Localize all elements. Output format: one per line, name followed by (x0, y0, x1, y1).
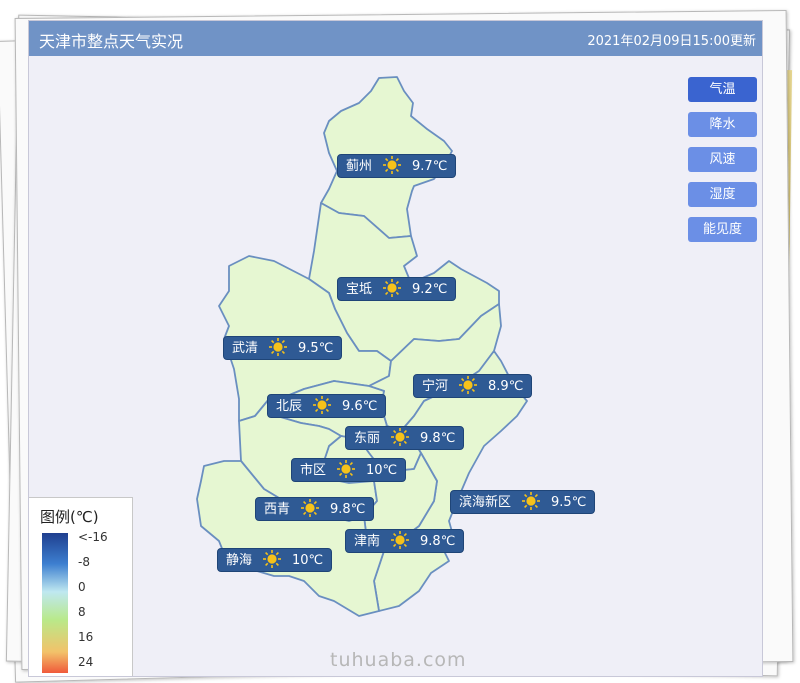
station-temp: 9.8℃ (330, 502, 366, 517)
legend-tick: 8 (78, 605, 86, 619)
legend-color-bar (42, 533, 68, 673)
station-temp: 9.5℃ (551, 495, 587, 510)
precipitation-button[interactable]: 降水 (688, 112, 757, 137)
station-name: 北辰 (276, 399, 303, 414)
sun-icon (391, 428, 410, 446)
sun-icon (522, 492, 541, 510)
station-name: 宁河 (422, 379, 449, 394)
legend-tick: <-16 (78, 530, 108, 544)
station-label-dongli[interactable]: 东丽 9.8℃ (345, 426, 465, 450)
temperature-button[interactable]: 气温 (688, 77, 757, 102)
temperature-legend: 图例(℃) <-16 -8 0 8 16 24 (29, 497, 133, 676)
station-name: 西青 (264, 502, 291, 517)
sun-icon (301, 499, 320, 517)
tianjin-district-map (196, 76, 528, 617)
visibility-button[interactable]: 能见度 (688, 217, 757, 242)
station-temp: 8.9℃ (488, 379, 524, 394)
sun-icon (459, 376, 478, 394)
data-type-switcher: 气温 降水 风速 湿度 能见度 (688, 77, 757, 252)
station-label-wuqing[interactable]: 武清 9.5℃ (223, 336, 343, 360)
humidity-button[interactable]: 湿度 (688, 182, 757, 207)
legend-tick: 24 (78, 655, 94, 669)
station-label-jinnan[interactable]: 津南 9.8℃ (345, 529, 465, 553)
station-label-shiqu[interactable]: 市区 10℃ (291, 458, 407, 482)
station-name: 津南 (354, 534, 381, 549)
sun-icon (391, 531, 410, 549)
sun-icon (383, 279, 402, 297)
sun-icon (383, 156, 402, 174)
station-name: 宝坻 (346, 282, 373, 297)
station-label-xiqing[interactable]: 西青 9.8℃ (255, 497, 375, 521)
legend-title: 图例(℃) (40, 508, 99, 526)
weather-map-panel: 天津市整点天气实况 2021年02月09日15:00更新 气温 降水 风速 湿度… (28, 20, 763, 677)
station-name: 武清 (232, 341, 259, 356)
station-temp: 9.8℃ (420, 431, 456, 446)
station-temp: 9.5℃ (298, 341, 334, 356)
station-temp: 9.8℃ (420, 534, 456, 549)
station-temp: 10℃ (366, 463, 398, 478)
station-label-jinghai[interactable]: 静海 10℃ (217, 548, 333, 572)
station-name: 市区 (300, 463, 327, 478)
station-name: 蓟州 (346, 159, 373, 174)
station-name: 滨海新区 (459, 495, 512, 510)
station-label-binhai[interactable]: 滨海新区 9.5℃ (450, 490, 596, 514)
sun-icon (313, 396, 332, 414)
station-label-baodi[interactable]: 宝坻 9.2℃ (337, 277, 457, 301)
legend-tick: 16 (78, 630, 94, 644)
sun-icon (337, 460, 356, 478)
station-temp: 9.2℃ (412, 282, 448, 297)
legend-tick: -8 (78, 555, 90, 569)
station-temp: 9.6℃ (342, 399, 378, 414)
station-name: 东丽 (354, 431, 381, 446)
legend-tick: 0 (78, 580, 86, 594)
station-label-beichen[interactable]: 北辰 9.6℃ (267, 394, 387, 418)
station-temp: 9.7℃ (412, 159, 448, 174)
wind-speed-button[interactable]: 风速 (688, 147, 757, 172)
station-label-jizhou[interactable]: 蓟州 9.7℃ (337, 154, 457, 178)
station-temp: 10℃ (292, 553, 324, 568)
station-name: 静海 (226, 553, 253, 568)
watermark: tuhuaba.com (330, 649, 467, 671)
sun-icon (269, 338, 288, 356)
sun-icon (263, 550, 282, 568)
station-label-ninghe[interactable]: 宁河 8.9℃ (413, 374, 533, 398)
